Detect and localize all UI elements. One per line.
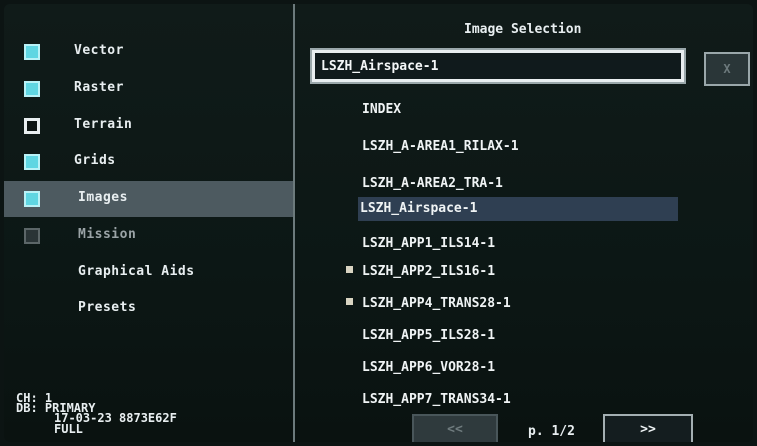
layer-item-grids[interactable]: Grids [4, 144, 294, 180]
layer-label: Mission [78, 227, 137, 242]
expand-icon[interactable] [346, 266, 353, 273]
layer-item-raster[interactable]: Raster [4, 71, 294, 107]
images-checkbox[interactable] [24, 191, 40, 207]
layer-label: Terrain [74, 117, 133, 132]
layer-item-terrain[interactable]: Terrain [4, 108, 294, 144]
list-item[interactable]: LSZH_A-AREA1_RILAX-1 [362, 135, 519, 159]
list-item[interactable]: LSZH_APP1_ILS14-1 [362, 232, 495, 256]
panel-title: Image Selection [464, 22, 582, 37]
image-selection-panel: Image Selection LSZH_Airspace-1 X INDEX … [296, 4, 753, 442]
layer-label: Presets [78, 300, 137, 315]
image-search-field[interactable]: LSZH_Airspace-1 [310, 48, 686, 84]
raster-checkbox[interactable] [24, 81, 40, 97]
layer-panel: Vector Raster Terrain Grids Images Missi… [4, 4, 294, 442]
list-item-selected[interactable]: LSZH_Airspace-1 [358, 197, 678, 221]
next-page-button[interactable]: >> [603, 414, 693, 442]
list-item[interactable]: LSZH_APP2_ILS16-1 [362, 260, 495, 284]
layer-label: Vector [74, 43, 124, 58]
layer-item-images[interactable]: Images [4, 181, 294, 217]
list-item[interactable]: LSZH_APP4_TRANS28-1 [362, 292, 511, 316]
layer-label: Graphical Aids [78, 264, 195, 279]
vector-checkbox[interactable] [24, 44, 40, 60]
mission-checkbox[interactable] [24, 228, 40, 244]
expand-icon[interactable] [346, 298, 353, 305]
database-mode: FULL [54, 422, 83, 436]
display-screen: Vector Raster Terrain Grids Images Missi… [4, 4, 753, 442]
layer-item-vector[interactable]: Vector [4, 34, 294, 70]
search-value[interactable]: LSZH_Airspace-1 [315, 53, 681, 79]
terrain-checkbox[interactable] [24, 118, 40, 134]
layer-item-mission[interactable]: Mission [4, 218, 294, 254]
layer-label: Images [78, 190, 128, 205]
page-indicator: p. 1/2 [528, 424, 575, 439]
layer-label: Grids [74, 153, 116, 168]
previous-page-button[interactable]: << [412, 414, 498, 442]
layer-item-graphical-aids[interactable]: Graphical Aids [4, 255, 294, 291]
list-item[interactable]: LSZH_APP6_VOR28-1 [362, 356, 495, 380]
panel-divider [293, 4, 295, 442]
list-item[interactable]: LSZH_A-AREA2_TRA-1 [362, 172, 503, 196]
clear-button[interactable]: X [704, 52, 750, 86]
layer-item-presets[interactable]: Presets [4, 291, 294, 327]
grids-checkbox[interactable] [24, 154, 40, 170]
list-item[interactable]: INDEX [362, 98, 401, 122]
list-item[interactable]: LSZH_APP5_ILS28-1 [362, 324, 495, 348]
list-item[interactable]: LSZH_APP7_TRANS34-1 [362, 388, 511, 412]
layer-label: Raster [74, 80, 124, 95]
